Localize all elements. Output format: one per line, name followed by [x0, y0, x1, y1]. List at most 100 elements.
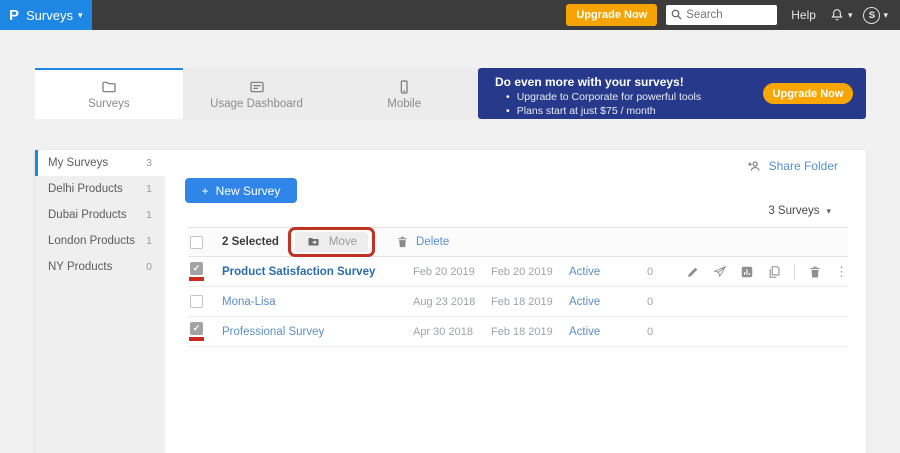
sidebar-item-delhi-products[interactable]: Delhi Products 1	[35, 176, 165, 202]
chevron-down-icon: ▾	[848, 11, 853, 20]
trash-icon	[396, 235, 409, 249]
chevron-down-icon: ▾	[78, 11, 83, 20]
delete-button-label: Delete	[416, 236, 449, 248]
created-date: Aug 23 2018	[413, 296, 491, 308]
surveys-content: Share Folder + New Survey 3 Surveys ▾ 2 …	[165, 150, 866, 453]
survey-title-link[interactable]: Professional Survey	[222, 326, 413, 338]
more-options-icon[interactable]: ⋮	[835, 265, 848, 278]
table-row: Mona-Lisa Aug 23 2018 Feb 18 2019 Active…	[188, 287, 848, 317]
annotation-underline	[189, 277, 204, 281]
folders-sidebar: My Surveys 3 Delhi Products 1 Dubai Prod…	[35, 150, 165, 453]
help-link[interactable]: Help	[791, 8, 816, 22]
sidebar-item-dubai-products[interactable]: Dubai Products 1	[35, 202, 165, 228]
notifications-menu[interactable]: ▾	[829, 7, 853, 23]
sidebar-item-my-surveys[interactable]: My Surveys 3	[35, 150, 165, 176]
top-bar: P Surveys ▾ Upgrade Now Help ▾ S ▾	[0, 0, 900, 30]
trash-icon[interactable]	[808, 265, 822, 279]
folder-count: 1	[146, 235, 152, 247]
folder-label: Delhi Products	[48, 183, 123, 195]
tab-usage-dashboard[interactable]: Usage Dashboard	[183, 68, 331, 119]
search-box	[666, 5, 777, 25]
topbar-right: Upgrade Now Help ▾ S ▾	[566, 4, 900, 26]
responses-count: 0	[647, 296, 683, 308]
selected-count: 2 Selected	[222, 236, 279, 248]
folder-count: 1	[146, 209, 152, 221]
reports-icon[interactable]	[740, 265, 754, 279]
modified-date: Feb 18 2019	[491, 296, 569, 308]
plus-icon: +	[202, 184, 209, 198]
folder-count: 1	[146, 183, 152, 195]
bell-icon	[829, 7, 845, 23]
product-switcher-label: Surveys	[26, 8, 73, 23]
folder-label: My Surveys	[48, 157, 108, 169]
select-all-checkbox[interactable]	[190, 236, 203, 249]
banner-bullet-list: Upgrade to Corporate for powerful tools …	[506, 91, 701, 119]
logo-area[interactable]: P Surveys ▾	[0, 0, 92, 30]
chevron-down-icon: ▾	[883, 11, 888, 20]
edit-pencil-icon[interactable]	[686, 265, 700, 279]
tab-label: Mobile	[387, 98, 421, 110]
responses-count: 0	[647, 266, 683, 278]
mobile-icon	[395, 79, 413, 95]
created-date: Feb 20 2019	[413, 266, 491, 278]
table-row: ✓ Product Satisfaction Survey Feb 20 201…	[188, 257, 848, 287]
copy-icon[interactable]	[767, 265, 781, 279]
row-checkbox[interactable]	[190, 295, 203, 308]
proprofs-logo: P	[9, 7, 19, 24]
share-folder-link[interactable]: Share Folder	[746, 159, 838, 173]
avatar: S	[863, 7, 880, 24]
row-checkbox[interactable]: ✓	[190, 322, 203, 335]
upgrade-banner: Do even more with your surveys! Upgrade …	[478, 68, 866, 119]
search-icon	[670, 8, 683, 21]
banner-bullet: Plans start at just $75 / month	[506, 105, 701, 117]
share-folder-label: Share Folder	[769, 159, 838, 173]
created-date: Apr 30 2018	[413, 326, 491, 338]
move-button-wrap: Move	[295, 232, 368, 252]
divider	[794, 264, 795, 280]
survey-title-link[interactable]: Product Satisfaction Survey	[222, 266, 413, 278]
folder-label: NY Products	[48, 261, 112, 273]
responses-count: 0	[647, 326, 683, 338]
main-panel: My Surveys 3 Delhi Products 1 Dubai Prod…	[35, 150, 866, 453]
surveys-count-label: 3 Surveys	[768, 205, 819, 217]
folder-label: Dubai Products	[48, 209, 127, 221]
section-tabs: Surveys Usage Dashboard Mobile	[35, 68, 478, 119]
bulk-actions-row: 2 Selected Move Delete	[188, 227, 848, 257]
dashboard-icon	[248, 79, 266, 95]
survey-title-link[interactable]: Mona-Lisa	[222, 296, 413, 308]
share-user-icon	[746, 159, 762, 173]
banner-title: Do even more with your surveys!	[495, 75, 684, 89]
account-menu[interactable]: S ▾	[863, 7, 888, 24]
status-link[interactable]: Active	[569, 296, 647, 308]
chevron-down-icon: ▾	[826, 207, 831, 216]
send-icon[interactable]	[713, 265, 727, 279]
sidebar-item-london-products[interactable]: London Products 1	[35, 228, 165, 254]
status-link[interactable]: Active	[569, 326, 647, 338]
tab-surveys[interactable]: Surveys	[35, 68, 183, 119]
tab-mobile[interactable]: Mobile	[330, 68, 478, 119]
folder-count: 0	[146, 261, 152, 273]
tab-label: Usage Dashboard	[210, 98, 303, 110]
surveys-count-dropdown[interactable]: 3 Surveys ▾	[768, 205, 831, 217]
folder-move-icon	[306, 236, 321, 248]
move-button-label: Move	[329, 236, 357, 248]
new-survey-button[interactable]: + New Survey	[185, 178, 297, 203]
banner-bullet: Upgrade to Corporate for powerful tools	[506, 91, 701, 103]
product-switcher[interactable]: Surveys ▾	[26, 8, 83, 23]
folder-count: 3	[146, 157, 152, 169]
sidebar-item-ny-products[interactable]: NY Products 0	[35, 254, 165, 280]
modified-date: Feb 20 2019	[491, 266, 569, 278]
new-survey-label: New Survey	[216, 184, 281, 198]
banner-upgrade-button[interactable]: Upgrade Now	[763, 83, 853, 104]
move-button[interactable]: Move	[295, 232, 368, 252]
folder-label: London Products	[48, 235, 135, 247]
annotation-underline	[189, 337, 204, 341]
folder-icon	[100, 79, 118, 95]
row-actions: ⋮	[683, 264, 848, 280]
delete-button[interactable]: Delete	[396, 235, 449, 249]
status-link[interactable]: Active	[569, 266, 647, 278]
table-row: ✓ Professional Survey Apr 30 2018 Feb 18…	[188, 317, 848, 347]
upgrade-now-button[interactable]: Upgrade Now	[566, 4, 657, 26]
row-checkbox[interactable]: ✓	[190, 262, 203, 275]
modified-date: Feb 18 2019	[491, 326, 569, 338]
